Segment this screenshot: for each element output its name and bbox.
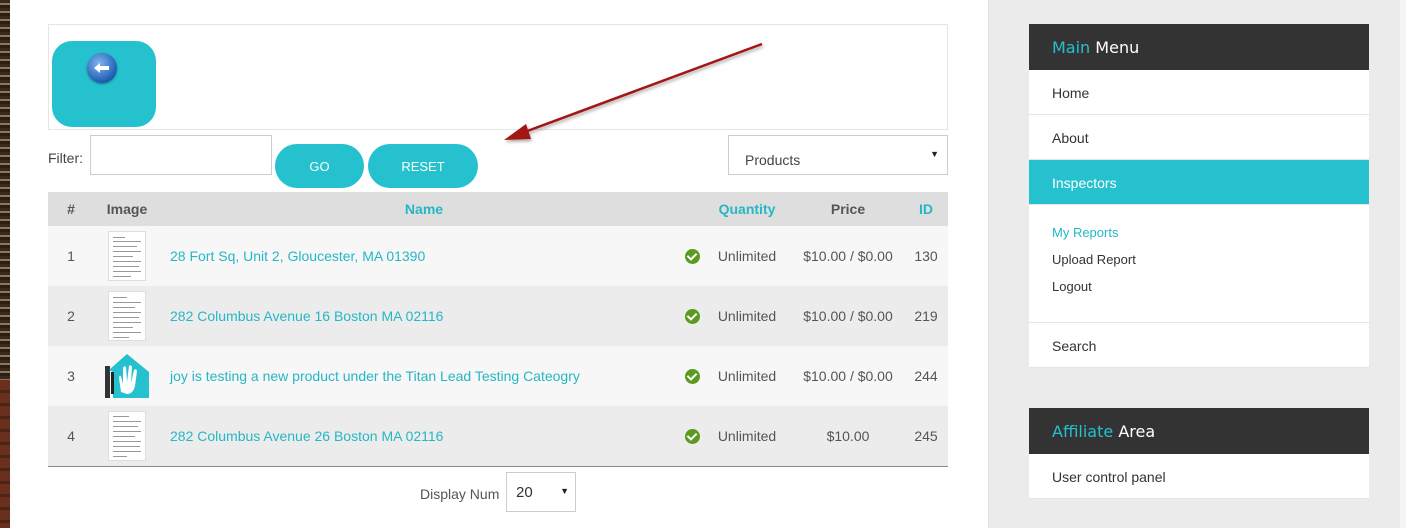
house-hands-logo[interactable]	[103, 352, 151, 400]
table-row: 1 28 Fort Sq, Unit 2, Gloucester, MA 013…	[48, 226, 948, 286]
caret-down-icon: ▼	[930, 149, 939, 159]
header-name-sort[interactable]: Name	[160, 192, 678, 226]
document-thumbnail[interactable]	[108, 231, 146, 281]
main-menu-title: Main Menu	[1029, 24, 1369, 70]
row-name: 282 Columbus Avenue 16 Boston MA 02116	[160, 286, 678, 346]
row-quantity: Unlimited	[717, 308, 777, 324]
row-price: $10.00 / $0.00	[803, 308, 893, 324]
header-price: Price	[830, 201, 866, 217]
row-price: $10.00 / $0.00	[803, 248, 893, 264]
check-circle-icon	[684, 309, 700, 325]
row-id: 130	[914, 248, 938, 264]
filter-input[interactable]	[90, 135, 272, 175]
row-image[interactable]	[94, 346, 160, 406]
row-quantity: Unlimited	[717, 427, 777, 444]
header-id-sort[interactable]: ID	[908, 192, 948, 226]
row-stock-status	[678, 286, 706, 346]
table-row: 2 282 Columbus Avenue 16 Boston MA 02116…	[48, 286, 948, 346]
row-num: 3	[67, 368, 75, 384]
row-name: joy is testing a new product under the T…	[160, 346, 678, 406]
document-thumbnail[interactable]	[108, 291, 146, 341]
row-id: 244	[914, 368, 938, 384]
menu-item-inspectors[interactable]: Inspectors	[1029, 160, 1369, 205]
display-num-select[interactable]: 20 ▼	[506, 472, 576, 512]
header-banner	[48, 24, 948, 130]
sidebar-edge	[1400, 0, 1406, 528]
affiliate-area-title: Affiliate Area	[1029, 408, 1369, 454]
category-select-value: Products	[745, 152, 801, 168]
row-stock-status	[678, 406, 706, 466]
row-image[interactable]	[94, 226, 160, 286]
row-name: 282 Columbus Avenue 26 Boston MA 02116	[160, 406, 678, 466]
row-price: $10.00 / $0.00	[803, 368, 893, 384]
submenu-item-my-reports[interactable]: My Reports	[1052, 225, 1369, 252]
document-thumbnail[interactable]	[108, 410, 146, 461]
header-image: Image	[106, 201, 148, 217]
category-select[interactable]: Products ▼	[728, 135, 948, 175]
product-link[interactable]: joy is testing a new product under the T…	[170, 368, 580, 384]
submenu-item-upload-report[interactable]: Upload Report	[1052, 252, 1369, 279]
menu-item-about[interactable]: About	[1029, 115, 1369, 160]
background-brick-edge	[0, 0, 10, 528]
table-row: 4 282 Columbus Avenue 26 Boston MA 02116…	[48, 406, 948, 466]
caret-down-icon: ▼	[560, 486, 569, 496]
inspectors-submenu: My Reports Upload Report Logout	[1029, 205, 1369, 323]
row-quantity: Unlimited	[717, 248, 777, 264]
row-stock-status	[678, 226, 706, 286]
main-content: Filter: GO RESET Products ▼ # Image Name…	[10, 0, 988, 528]
header-quantity-sort[interactable]: Quantity	[706, 192, 788, 226]
back-button[interactable]	[52, 41, 156, 127]
display-num-value: 20	[516, 484, 533, 501]
menu-item-home[interactable]: Home	[1029, 70, 1369, 115]
affiliate-area-widget: Affiliate Area User control panel	[1029, 408, 1369, 499]
back-arrow-icon	[87, 53, 117, 83]
row-num: 1	[67, 248, 75, 264]
menu-item-user-control-panel[interactable]: User control panel	[1029, 454, 1369, 499]
sidebar: Main Menu Home About Inspectors My Repor…	[988, 0, 1406, 528]
row-image[interactable]	[94, 406, 160, 466]
products-table: # Image Name Quantity Price ID 1 28 Fort…	[48, 192, 948, 467]
row-stock-status	[678, 346, 706, 406]
product-link[interactable]: 28 Fort Sq, Unit 2, Gloucester, MA 01390	[170, 248, 425, 264]
row-id: 219	[914, 308, 938, 324]
submenu-item-logout[interactable]: Logout	[1052, 279, 1369, 306]
header-check	[678, 192, 706, 226]
reset-button[interactable]: RESET	[368, 144, 478, 188]
display-num-label: Display Num	[420, 486, 500, 502]
check-circle-icon	[684, 249, 700, 265]
filter-label: Filter:	[48, 150, 83, 166]
row-image[interactable]	[94, 286, 160, 346]
product-link[interactable]: 282 Columbus Avenue 16 Boston MA 02116	[170, 308, 443, 324]
product-link[interactable]: 282 Columbus Avenue 26 Boston MA 02116	[170, 428, 443, 444]
row-num: 2	[67, 308, 75, 324]
menu-item-search[interactable]: Search	[1029, 323, 1369, 368]
table-header-row: # Image Name Quantity Price ID	[48, 192, 948, 226]
check-circle-icon	[684, 369, 700, 385]
table-row: 3 joy is testing a new product under the…	[48, 346, 948, 406]
check-circle-icon	[684, 429, 700, 445]
go-button[interactable]: GO	[275, 144, 364, 188]
row-id: 245	[914, 427, 938, 444]
row-name: 28 Fort Sq, Unit 2, Gloucester, MA 01390	[160, 226, 678, 286]
row-price: $10.00	[826, 427, 870, 444]
main-menu-widget: Main Menu Home About Inspectors My Repor…	[1029, 24, 1369, 368]
row-num: 4	[67, 427, 75, 444]
row-quantity: Unlimited	[717, 368, 777, 384]
header-num: #	[67, 201, 75, 217]
filter-bar: Filter: GO RESET Products ▼	[48, 134, 948, 190]
